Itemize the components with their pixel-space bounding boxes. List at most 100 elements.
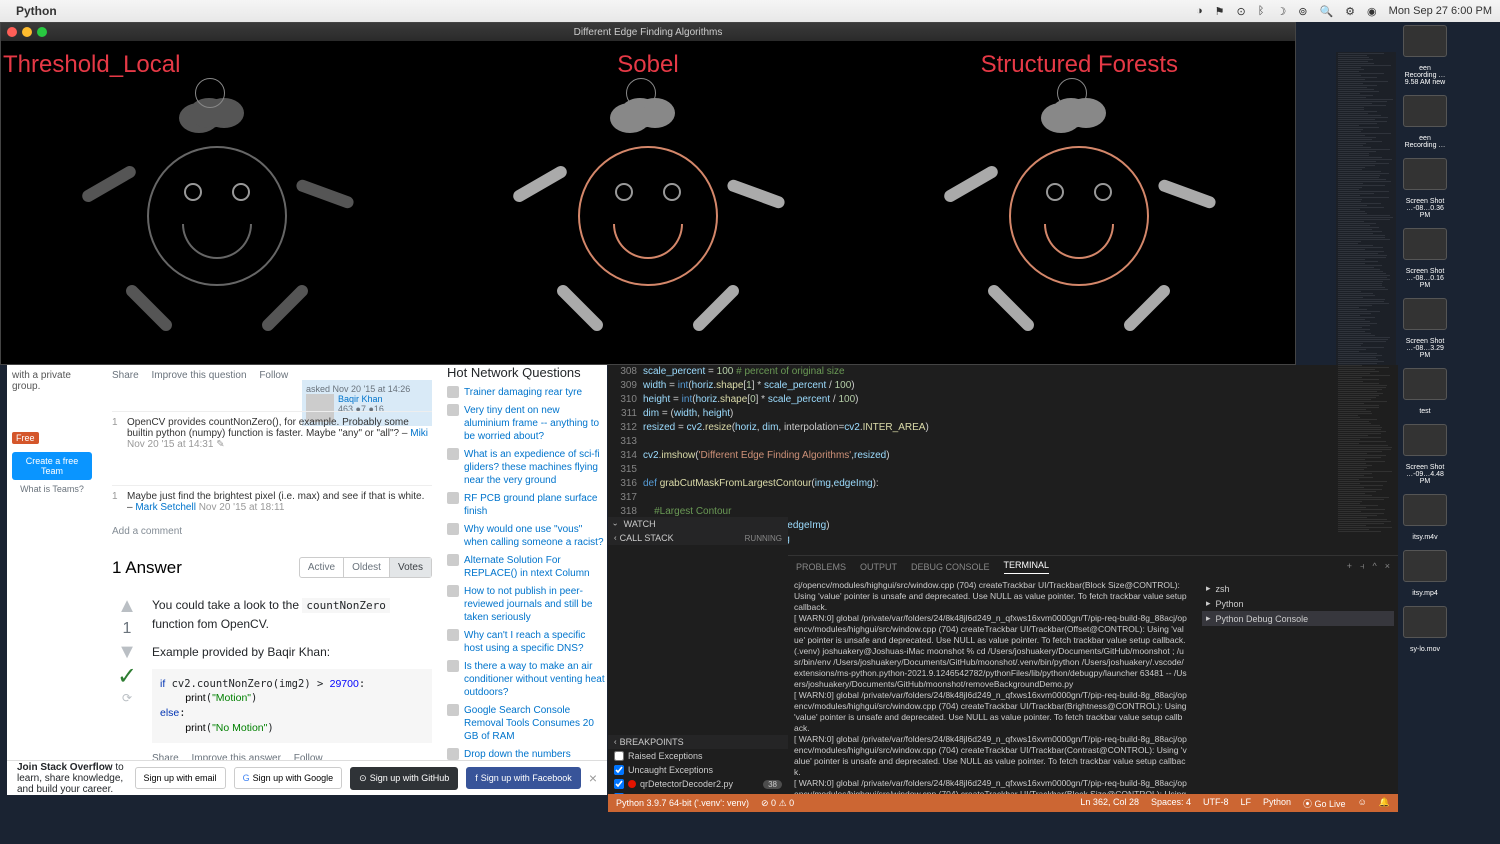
desktop-file[interactable]: itsy.mp4 [1400,547,1500,597]
terminal-instance[interactable]: ▸ zsh [1202,581,1394,596]
status-icon[interactable]: ⊙ [1237,5,1246,18]
new-terminal-icon[interactable]: + [1347,561,1352,572]
eol[interactable]: LF [1241,797,1252,810]
cursor-position[interactable]: Ln 362, Col 28 [1080,797,1139,810]
wifi-icon[interactable]: ⊚ [1298,5,1307,18]
hot-title: Hot Network Questions [447,365,607,380]
desktop-file[interactable]: Screen Shot …-08…0.16 PM [1400,225,1500,289]
site-icon [447,629,459,641]
hot-question-link[interactable]: Alternate Solution For REPLACE() in ntex… [447,554,607,580]
desktop-file[interactable]: test [1400,365,1500,415]
close-button[interactable] [7,27,17,37]
status-icon[interactable]: ◑ [1196,5,1203,17]
siri-icon[interactable]: ◉ [1367,5,1377,18]
desktop-file[interactable]: Screen Shot …-09…4.48 PM [1400,421,1500,485]
hot-question-link[interactable]: Trainer damaging rear tyre [447,386,607,399]
comment-author[interactable]: Mark Setchell [135,502,196,513]
search-icon[interactable]: 🔍 [1319,5,1333,18]
panel-tab[interactable]: OUTPUT [860,562,897,572]
problems-count[interactable]: ⊘ 0 ⚠ 0 [761,798,794,809]
checkbox[interactable] [614,751,624,761]
callstack-panel-header[interactable]: ›CALL STACKRUNNING [608,531,788,545]
terminal-list: ▸ zsh▸ Python▸ Python Debug Console [1198,577,1398,630]
what-is-teams-link[interactable]: What is Teams? [12,484,92,494]
desktop-file[interactable]: een Recording …9.58 AM new [1400,22,1500,86]
split-terminal-icon[interactable]: ⫞ [1360,561,1365,572]
hot-question-link[interactable]: Why would one use "vous" when calling so… [447,523,607,549]
signup-facebook-button[interactable]: fSign up with Facebook [466,767,581,789]
breakpoint-option[interactable]: Raised Exceptions [608,749,788,763]
sort-tab[interactable]: Active [300,558,344,577]
notifications-icon[interactable]: 🔔 [1379,797,1390,810]
dnd-icon[interactable]: ☽ [1276,5,1286,18]
hot-question-link[interactable]: Very tiny dent on new aluminium frame --… [447,404,607,443]
downvote-button[interactable]: ▼ [112,642,142,662]
upvote-button[interactable]: ▲ [112,596,142,616]
terminal-instance[interactable]: ▸ Python [1202,596,1394,611]
desktop-file[interactable]: Screen Shot …-08…0.36 PM [1400,155,1500,219]
opencv-window: Different Edge Finding Algorithms Thresh… [0,22,1296,365]
close-panel-icon[interactable]: × [1385,561,1390,572]
minimap[interactable] [1336,52,1396,552]
encoding[interactable]: UTF-8 [1203,797,1229,810]
maximize-panel-icon[interactable]: ^ [1373,561,1377,572]
sort-tab[interactable]: Oldest [344,558,390,577]
site-icon [447,404,459,416]
status-icon[interactable]: ⚑ [1215,5,1225,18]
history-icon[interactable]: ⟳ [112,691,142,705]
follow-link[interactable]: Follow [259,370,288,381]
panel-tab[interactable]: DEBUG CONSOLE [911,562,990,572]
language-mode[interactable]: Python [1263,797,1291,810]
hot-question-link[interactable]: Is there a way to make an air conditione… [447,660,607,699]
create-team-button[interactable]: Create a free Team [12,452,92,480]
bluetooth-icon[interactable]: ᛒ [1258,5,1265,17]
improve-question-link[interactable]: Improve this question [151,370,246,381]
checkbox[interactable] [614,765,624,775]
share-link[interactable]: Share [112,370,139,381]
minimize-button[interactable] [22,27,32,37]
comment: 1Maybe just find the brightest pixel (i.… [112,485,432,518]
panel-tabs: PROBLEMS OUTPUT DEBUG CONSOLE TERMINAL + ⫞ ^ × [788,555,1398,577]
panel-tab[interactable]: TERMINAL [1004,560,1050,574]
checkbox[interactable] [614,779,624,789]
signup-google-button[interactable]: GSign up with Google [234,767,343,789]
edge-panel-forests: Structured Forests [864,41,1295,364]
sort-tab[interactable]: Votes [390,558,431,577]
window-titlebar[interactable]: Different Edge Finding Algorithms [1,23,1295,41]
comment: 1OpenCV provides countNonZero(), for exa… [112,411,432,455]
add-comment-link[interactable]: Add a comment [112,526,432,537]
banner-bold: Join Stack Overflow [17,762,113,773]
breakpoint-file[interactable]: qrDetectorDecoder2.py38 [608,777,788,791]
signup-email-button[interactable]: Sign up with email [135,767,226,789]
hot-question-link[interactable]: Why can't I reach a specific host using … [447,629,607,655]
banner-close-button[interactable]: × [589,770,597,786]
hot-question-link[interactable]: Google Search Console Removal Tools Cons… [447,704,607,743]
breakpoint-option[interactable]: Uncaught Exceptions [608,763,788,777]
signup-github-button[interactable]: ⊙Sign up with GitHub [350,767,458,790]
desktop-file[interactable]: Screen Shot …-08…3.29 PM [1400,295,1500,359]
app-name[interactable]: Python [16,4,57,18]
answer-text: Example provided by Baqir Khan: [152,643,432,661]
breakpoints-header[interactable]: ›BREAKPOINTS [608,735,788,749]
indent-setting[interactable]: Spaces: 4 [1151,797,1191,810]
answer-text: function fom OpenCV. [152,617,269,631]
go-live[interactable]: ⦿ Go Live [1303,797,1346,810]
watch-panel-header[interactable]: ›WATCH [608,517,788,531]
comment-author[interactable]: Miki [410,428,428,439]
clock[interactable]: Mon Sep 27 6:00 PM [1389,5,1492,17]
window-title: Different Edge Finding Algorithms [574,27,723,38]
python-interpreter[interactable]: Python 3.9.7 64-bit ('.venv': venv) [616,798,749,808]
hot-question-link[interactable]: What is an expedience of sci-fi gliders?… [447,448,607,487]
desktop-file[interactable]: een Recording … [1400,92,1500,149]
desktop-file[interactable]: itsy.m4v [1400,491,1500,541]
hot-question-link[interactable]: How to not publish in peer-reviewed jour… [447,585,607,624]
zoom-button[interactable] [37,27,47,37]
control-center-icon[interactable]: ⚙ [1345,5,1355,18]
feedback-icon[interactable]: ☺ [1358,797,1367,810]
hot-question-link[interactable]: RF PCB ground plane surface finish [447,492,607,518]
running-badge: RUNNING [745,534,782,543]
terminal-output[interactable]: cj/opencv/modules/highgui/src/window.cpp… [788,577,1193,797]
desktop-file[interactable]: sy-lo.mov [1400,603,1500,653]
terminal-instance[interactable]: ▸ Python Debug Console [1202,611,1394,626]
panel-tab[interactable]: PROBLEMS [796,562,846,572]
